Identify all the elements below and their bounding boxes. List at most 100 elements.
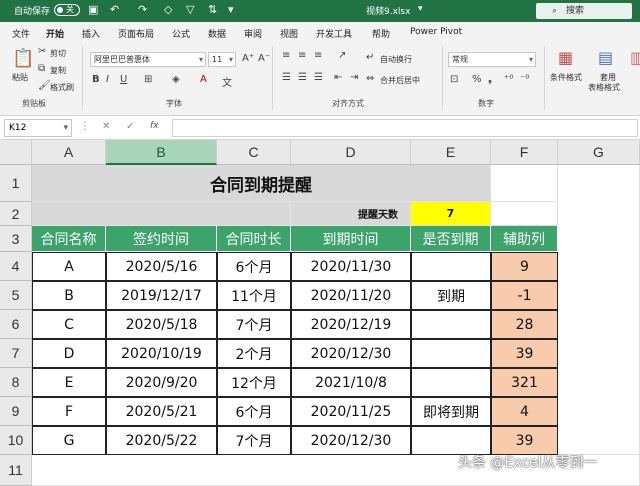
decrease-indent-icon[interactable]: ⇤ (334, 72, 342, 83)
conditional-format-icon[interactable]: ▦ (558, 48, 573, 67)
row-header-3[interactable]: 3 (0, 226, 32, 252)
cell-duration[interactable]: 7个月 (217, 310, 291, 339)
customize-qa-icon[interactable]: ▾ (228, 3, 234, 16)
cell-expiry-date[interactable]: 2020/11/25 (291, 397, 411, 426)
cell-helper[interactable]: 321 (491, 368, 558, 397)
cell-name[interactable]: E (32, 368, 106, 397)
enter-icon[interactable]: ✓ (126, 121, 134, 132)
cell-helper[interactable]: 9 (491, 252, 558, 281)
cut-icon[interactable]: ✂ (38, 46, 46, 57)
cell-sign-date[interactable]: 2020/5/16 (106, 252, 217, 281)
tab-formulas[interactable]: 公式 (172, 27, 190, 40)
header-contract-name[interactable]: 合同名称 (32, 226, 106, 252)
tab-view[interactable]: 视图 (280, 27, 298, 40)
sort-icon[interactable]: ⇅ (208, 3, 217, 16)
formula-input[interactable] (172, 119, 638, 137)
save-icon[interactable]: ▣ (88, 3, 98, 16)
header-is-expired[interactable]: 是否到期 (411, 226, 491, 252)
currency-icon[interactable]: ⊡ (450, 74, 458, 85)
header-duration[interactable]: 合同时长 (217, 226, 291, 252)
name-box[interactable]: K12 (4, 119, 72, 137)
cell-status[interactable]: 到期 (411, 281, 491, 310)
cell-name[interactable]: A (32, 252, 106, 281)
tab-help[interactable]: 帮助 (372, 27, 390, 40)
orientation-icon[interactable]: ↗ (338, 50, 346, 61)
cut-button[interactable]: 剪切 (50, 48, 66, 59)
cell-helper[interactable]: -1 (491, 281, 558, 310)
format-as-table-label-2[interactable]: 表格格式 (588, 82, 620, 93)
cell-expiry-date[interactable]: 2020/12/30 (291, 339, 411, 368)
insert-function-icon[interactable]: fx (150, 121, 159, 131)
cell-duration[interactable]: 11个月 (217, 281, 291, 310)
cell-expiry-date[interactable]: 2021/10/8 (291, 368, 411, 397)
cell-expiry-date[interactable]: 2020/11/30 (291, 252, 411, 281)
undo-icon[interactable]: ↶ (110, 3, 119, 16)
row-header-8[interactable]: 8 (0, 368, 32, 397)
select-all-corner[interactable] (0, 140, 32, 165)
increase-indent-icon[interactable]: ⇥ (350, 72, 358, 83)
row-header-2[interactable]: 2 (0, 202, 32, 226)
filename-dropdown-icon[interactable]: ▾ (418, 4, 423, 14)
worksheet-grid[interactable]: A B C D E F G 1 2 3 4 5 6 7 8 9 10 11 合同… (0, 140, 640, 486)
cell-expiry-date[interactable]: 2020/12/30 (291, 426, 411, 455)
header-expiry-date[interactable]: 到期时间 (291, 226, 411, 252)
row-header-5[interactable]: 5 (0, 281, 32, 310)
cell-sign-date[interactable]: 2019/12/17 (106, 281, 217, 310)
header-sign-date[interactable]: 签约时间 (106, 226, 217, 252)
cell-name[interactable]: G (32, 426, 106, 455)
copy-button[interactable]: 复制 (50, 65, 66, 76)
conditional-format-button[interactable]: 条件格式 (550, 72, 582, 83)
shapes-icon[interactable]: ◇ (164, 3, 172, 16)
row-header-9[interactable]: 9 (0, 397, 32, 426)
align-middle-icon[interactable]: ≡ (298, 50, 306, 61)
format-painter-icon[interactable]: 🖌 (38, 80, 51, 91)
tab-developer[interactable]: 开发工具 (316, 27, 352, 40)
cancel-icon[interactable]: ✕ (102, 121, 110, 132)
merge-center-button[interactable]: 合并后居中 (380, 75, 420, 86)
cell-sign-date[interactable]: 2020/5/18 (106, 310, 217, 339)
cell-styles-icon[interactable]: ▥ (630, 48, 640, 67)
increase-decimal-icon[interactable]: ⁺⁰ (504, 74, 513, 85)
copy-icon[interactable]: ⧉ (38, 63, 45, 74)
column-header-a[interactable]: A (32, 140, 106, 165)
cell-expiry-date[interactable]: 2020/12/19 (291, 310, 411, 339)
row-header-1[interactable]: 1 (0, 165, 32, 202)
format-as-table-icon[interactable]: ▤ (598, 48, 613, 67)
wrap-text-button[interactable]: 自动换行 (380, 54, 412, 65)
cell-a2-c2[interactable] (32, 202, 291, 226)
remind-days-label[interactable]: 提醒天数 (291, 202, 411, 226)
cell-duration[interactable]: 12个月 (217, 368, 291, 397)
cell-helper[interactable]: 39 (491, 426, 558, 455)
column-header-c[interactable]: C (217, 140, 291, 165)
tab-page-layout[interactable]: 页面布局 (118, 27, 154, 40)
cell-f2[interactable] (491, 202, 558, 226)
border-icon[interactable]: ⊞ (144, 74, 152, 85)
row-header-11[interactable]: 11 (0, 455, 32, 486)
remind-days-value[interactable]: 7 (411, 202, 491, 226)
cell-helper[interactable]: 39 (491, 339, 558, 368)
cell-status[interactable] (411, 310, 491, 339)
cell-status[interactable]: 即将到期 (411, 397, 491, 426)
font-name-select[interactable]: 阿里巴巴普惠体 (90, 52, 206, 67)
cell-status[interactable] (411, 426, 491, 455)
decrease-decimal-icon[interactable]: ⁻⁰ (520, 74, 529, 85)
tab-power-pivot[interactable]: Power Pivot (410, 27, 462, 37)
row-header-4[interactable]: 4 (0, 252, 32, 281)
header-helper[interactable]: 辅助列 (491, 226, 558, 252)
cell-helper[interactable]: 4 (491, 397, 558, 426)
cell-sign-date[interactable]: 2020/5/21 (106, 397, 217, 426)
column-header-d[interactable]: D (291, 140, 411, 165)
autosave-toggle[interactable]: 关 (54, 4, 80, 16)
cell-status[interactable] (411, 252, 491, 281)
italic-icon[interactable]: I (106, 74, 109, 85)
paste-button[interactable]: 粘贴 (12, 72, 28, 83)
column-g-area[interactable] (558, 165, 640, 455)
tab-data[interactable]: 数据 (208, 27, 226, 40)
font-color-icon[interactable]: A (200, 74, 207, 85)
row-header-7[interactable]: 7 (0, 339, 32, 368)
tab-review[interactable]: 审阅 (244, 27, 262, 40)
cell-helper[interactable]: 28 (491, 310, 558, 339)
column-header-b[interactable]: B (106, 140, 217, 165)
cell-status[interactable] (411, 339, 491, 368)
format-painter-button[interactable]: 格式刷 (50, 82, 74, 93)
